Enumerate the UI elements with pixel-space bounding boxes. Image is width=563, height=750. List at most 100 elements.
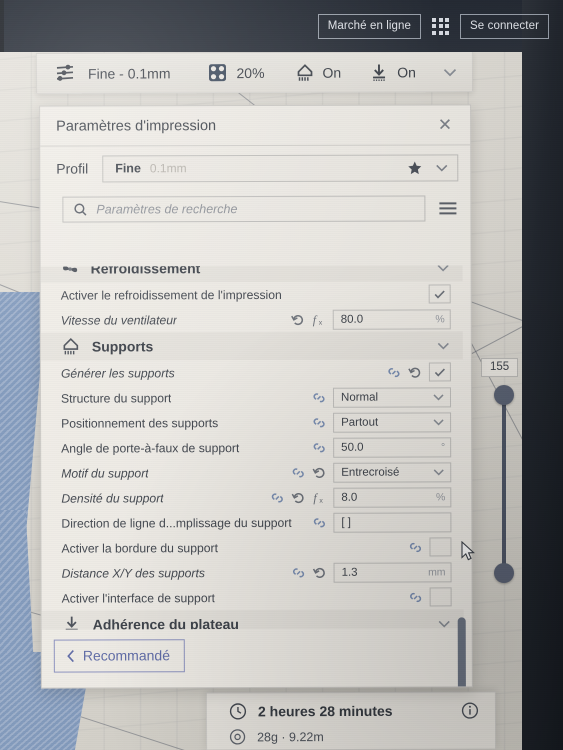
link-icon[interactable]: [312, 440, 326, 454]
revert-icon[interactable]: [312, 565, 327, 579]
slider-handle-top[interactable]: [494, 385, 514, 405]
print-settings-dialog[interactable]: Paramètres d'impression ✕ Profil Fine 0.…: [39, 104, 473, 689]
link-icon[interactable]: [312, 515, 326, 529]
profile-label: Profil: [56, 160, 89, 177]
link-icon[interactable]: [292, 565, 306, 579]
setting-row[interactable]: Activer la bordure du support: [41, 534, 463, 560]
setting-dropdown[interactable]: Partout: [333, 411, 452, 433]
setting-row[interactable]: Activer l'interface de support: [42, 584, 464, 610]
svg-text:x: x: [319, 497, 323, 504]
chevron-down-icon[interactable]: [436, 340, 451, 351]
setting-checkbox[interactable]: [428, 284, 451, 304]
search-icon: [73, 203, 87, 217]
chevron-down-icon[interactable]: [442, 66, 458, 78]
grid-apps-icon[interactable]: [432, 17, 450, 35]
star-favorite-icon[interactable]: [407, 160, 422, 175]
setting-row[interactable]: Structure du support Normal: [41, 384, 463, 410]
formula-icon[interactable]: fx: [312, 312, 326, 326]
signin-button[interactable]: Se connecter: [460, 13, 549, 39]
setting-row[interactable]: Positionnement des supports Partout: [41, 409, 463, 435]
chevron-down-icon: [432, 467, 445, 476]
setting-dropdown[interactable]: Normal: [332, 386, 452, 408]
setting-value: [ ]: [341, 516, 352, 529]
search-input[interactable]: Paramètres de recherche: [62, 195, 426, 223]
support-structure-icon: [294, 62, 314, 82]
link-icon[interactable]: [312, 415, 326, 429]
setting-dropdown[interactable]: Entrecroisé: [333, 461, 452, 483]
recommended-mode-button[interactable]: Recommandé: [53, 639, 186, 673]
setting-value-input[interactable]: [ ]: [333, 511, 452, 533]
setting-label: Positionnement des supports: [61, 415, 219, 431]
section-header-cooling[interactable]: Refroidissement: [41, 265, 463, 282]
support-structure-icon: [61, 337, 81, 357]
slider-handle-bottom[interactable]: [494, 563, 514, 583]
marketplace-button[interactable]: Marché en ligne: [317, 13, 422, 39]
revert-icon[interactable]: [291, 490, 305, 504]
material-usage-row: 28g · 9.22m: [207, 719, 495, 745]
svg-text:f: f: [313, 490, 318, 504]
formula-icon[interactable]: fx: [312, 490, 326, 504]
svg-text:f: f: [313, 312, 318, 326]
chevron-down-icon[interactable]: [437, 618, 452, 629]
settings-list[interactable]: Refroidissement Activer le refroidisseme…: [41, 265, 472, 630]
link-icon[interactable]: [291, 465, 305, 479]
settings-scrollbar[interactable]: [457, 617, 467, 689]
revert-icon[interactable]: [291, 312, 305, 326]
setting-checkbox[interactable]: [429, 587, 452, 607]
setting-label: Motif du support: [61, 465, 149, 481]
setting-row[interactable]: Densité du support fx 8.0 %: [41, 484, 463, 510]
setting-checkbox[interactable]: [428, 362, 451, 382]
setting-value-input[interactable]: 1.3 mm: [333, 561, 452, 583]
section-header-supports[interactable]: Supports: [41, 331, 463, 360]
setting-row[interactable]: Motif du support Entrecroisé: [41, 459, 463, 485]
link-icon[interactable]: [312, 390, 326, 404]
setting-value-input[interactable]: 80.0 %: [332, 308, 451, 330]
dialog-title: Paramètres d'impression: [56, 117, 217, 135]
infill-summary[interactable]: 20%: [208, 63, 265, 82]
setting-value: 50.0: [341, 441, 364, 454]
section-title: Adhérence du plateau: [92, 616, 240, 630]
setting-row[interactable]: Vitesse du ventilateur fx 80.0 %: [41, 306, 463, 332]
revert-icon[interactable]: [312, 465, 326, 479]
search-placeholder: Paramètres de recherche: [96, 202, 238, 217]
link-icon[interactable]: [408, 540, 422, 554]
section-header-adhesion[interactable]: Adhérence du plateau: [42, 609, 464, 630]
close-icon[interactable]: ✕: [434, 114, 456, 135]
chevron-down-icon[interactable]: [436, 265, 451, 273]
revert-icon[interactable]: [408, 365, 422, 379]
setting-value-input[interactable]: 50.0 °: [333, 436, 452, 458]
profile-row: Profil Fine 0.1mm: [40, 145, 470, 190]
link-icon[interactable]: [387, 365, 401, 379]
settings-list-inner: Refroidissement Activer le refroidisseme…: [41, 265, 464, 630]
setting-label: Vitesse du ventilateur: [60, 312, 178, 328]
setting-value: Partout: [341, 416, 379, 429]
print-setup-summary-bar[interactable]: Fine - 0.1mm 20% On On: [35, 51, 474, 94]
layer-slider-track[interactable]: [502, 393, 506, 575]
recommended-label: Recommandé: [82, 647, 170, 664]
setting-value-input[interactable]: 8.0 %: [333, 486, 452, 508]
support-summary[interactable]: On: [294, 62, 341, 82]
print-job-status-panel[interactable]: 2 heures 28 minutes 28g · 9.22m: [205, 691, 497, 750]
setting-label: Générer les supports: [60, 365, 175, 381]
setting-row[interactable]: Angle de porte-à-faux de support 50.0 °: [41, 434, 463, 460]
chevron-down-icon: [432, 392, 445, 401]
setting-checkbox[interactable]: [429, 537, 452, 557]
profile-summary[interactable]: Fine - 0.1mm: [37, 63, 171, 84]
setting-value: 1.3: [341, 566, 358, 579]
setting-row[interactable]: Activer le refroidissement de l'impressi…: [41, 281, 463, 307]
hamburger-menu-icon[interactable]: [437, 199, 458, 217]
setting-row[interactable]: Distance X/Y des supports 1.3 mm: [42, 559, 464, 585]
setting-row[interactable]: Générer les supports: [41, 359, 463, 385]
profile-select[interactable]: Fine 0.1mm: [102, 153, 459, 182]
chevron-down-icon[interactable]: [434, 162, 449, 173]
info-circle-icon[interactable]: [461, 702, 479, 720]
link-icon[interactable]: [409, 590, 423, 604]
adhesion-summary[interactable]: On: [369, 62, 416, 82]
setting-label: Activer l'interface de support: [61, 590, 216, 606]
setting-unit: %: [435, 490, 446, 503]
support-summary-value: On: [322, 64, 342, 81]
link-icon[interactable]: [270, 490, 284, 504]
profile-summary-label: Fine - 0.1mm: [87, 64, 171, 82]
setting-row[interactable]: Direction de ligne d...mplissage du supp…: [41, 509, 463, 535]
adhesion-summary-value: On: [397, 63, 416, 80]
